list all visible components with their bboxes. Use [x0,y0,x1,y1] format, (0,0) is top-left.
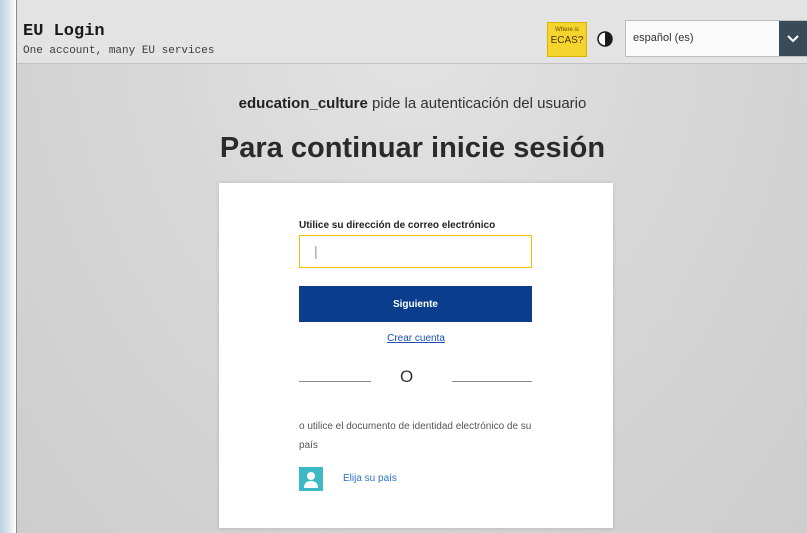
email-field[interactable]: | [299,235,532,268]
language-dropdown-toggle[interactable] [779,21,807,56]
chevron-down-icon [787,35,799,43]
requesting-app-name: education_culture [238,95,368,112]
or-divider-text: O [400,367,414,386]
where-is-ecas-button[interactable]: Where is ECAS? [547,22,587,57]
app-subtitle: One account, many EU services [23,45,215,57]
contrast-icon[interactable] [597,31,613,47]
auth-request-rest: pide la autenticación del usuario [367,95,587,112]
next-button[interactable]: Siguiente [299,286,532,322]
auth-request-text: education_culture pide la autenticación … [17,95,807,112]
email-field-value: | [314,243,318,259]
choose-country-link[interactable]: Elija su país [343,473,397,484]
login-card: Utilice su dirección de correo electróni… [219,183,613,528]
browser-viewport: EU Login One account, many EU services W… [16,0,807,533]
eid-instructions: o utilice el documento de identidad elec… [299,421,532,451]
app-title: EU Login [23,22,105,41]
divider-line-left [299,381,371,382]
divider-line-right [452,381,532,382]
create-account-link[interactable]: Crear cuenta [219,333,613,344]
background-edge [0,0,16,533]
language-selected-value: español (es) [633,32,694,44]
ecas-small-label: Where is [555,27,579,33]
ecas-main-label: ECAS? [550,35,584,46]
header-bar: EU Login One account, many EU services W… [17,0,807,64]
language-select[interactable]: español (es) [625,20,807,57]
page-title: Para continuar inicie sesión [219,132,606,164]
person-icon [304,472,318,488]
email-field-label: Utilice su dirección de correo electróni… [299,220,496,231]
choose-country-button[interactable] [299,467,323,491]
